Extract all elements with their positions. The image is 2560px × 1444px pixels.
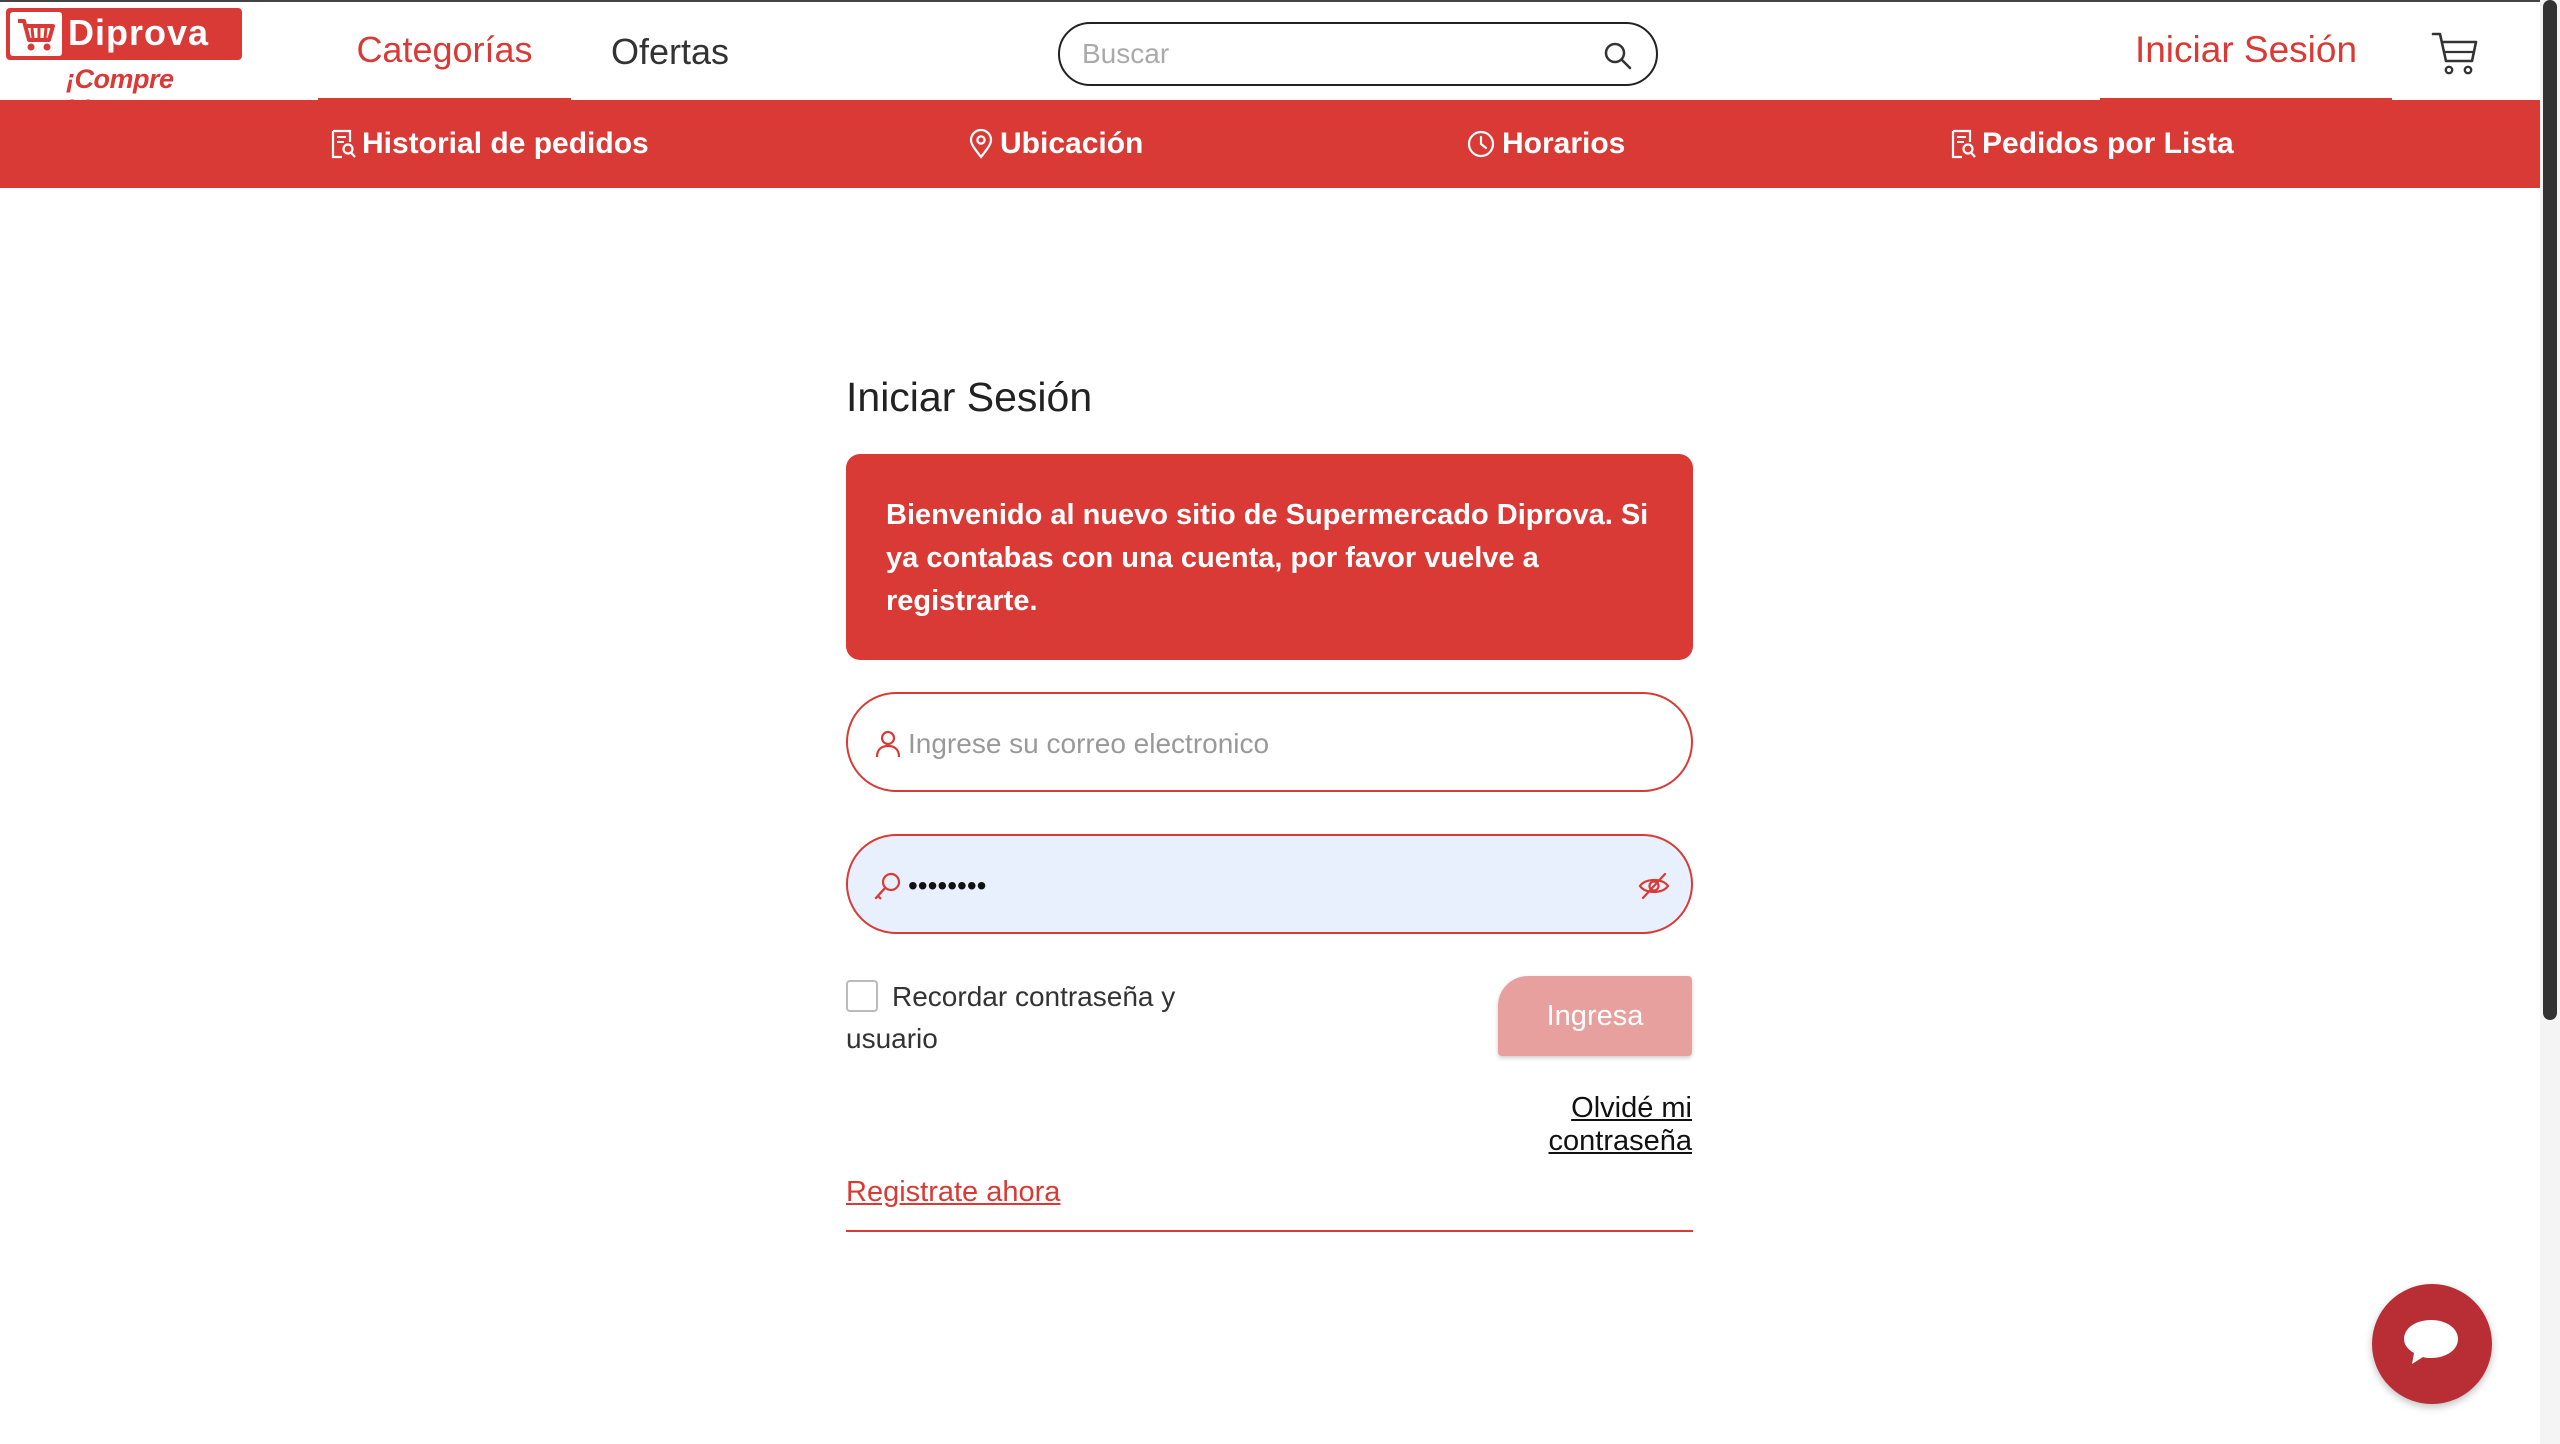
search-input[interactable] [1082, 34, 1582, 74]
page-title: Iniciar Sesión [846, 374, 1093, 420]
nav-label: Ubicación [1000, 127, 1144, 160]
cart-icon[interactable] [2430, 28, 2480, 78]
divider [846, 1230, 1693, 1232]
remember-label: Recordar contraseña y usuario [846, 981, 1176, 1054]
welcome-notice: Bienvenido al nuevo sitio de Supermercad… [846, 454, 1693, 660]
search-bar [1058, 22, 1658, 86]
tab-ofertas[interactable]: Ofertas [590, 2, 750, 102]
nav-label: Horarios [1502, 127, 1626, 160]
user-icon [875, 730, 901, 758]
top-header: Diprova ¡Compre bien! Categorías Ofertas… [0, 0, 2540, 125]
clock-icon [1467, 130, 1495, 158]
password-input[interactable] [908, 864, 1588, 908]
chat-bubble-icon [2404, 1320, 2458, 1364]
forgot-password-link[interactable]: Olvidé mi contraseña [1420, 1092, 1693, 1158]
tab-categorias[interactable]: Categorías [318, 2, 571, 102]
receipt-icon [331, 129, 356, 159]
scrollbar-thumb[interactable] [2543, 0, 2557, 1020]
nav-pedidos-por-lista[interactable]: Pedidos por Lista [1950, 100, 2234, 188]
login-submit-button[interactable]: Ingresa [1498, 976, 1692, 1056]
email-field [846, 692, 1693, 792]
nav-historial-pedidos[interactable]: Historial de pedidos [330, 100, 649, 188]
secondary-nav: Historial de pedidos Ubicación Horarios … [0, 100, 2540, 188]
nav-label: Pedidos por Lista [1982, 127, 2234, 160]
logo-name: Diprova [68, 12, 210, 53]
nav-ubicacion[interactable]: Ubicación [968, 100, 1143, 188]
login-link[interactable]: Iniciar Sesión [2100, 2, 2392, 102]
search-icon[interactable] [1602, 40, 1634, 72]
nav-label: Historial de pedidos [362, 127, 649, 160]
diprova-logo[interactable]: Diprova ¡Compre bien! [6, 8, 242, 125]
key-icon [874, 872, 901, 900]
logo-box: Diprova [6, 8, 242, 60]
receipt-icon [1951, 129, 1976, 159]
nav-horarios[interactable]: Horarios [1466, 100, 1625, 188]
eye-off-icon[interactable] [1637, 870, 1671, 902]
location-pin-icon [969, 129, 993, 159]
remember-checkbox[interactable] [846, 980, 878, 1012]
chat-button[interactable] [2372, 1284, 2492, 1404]
password-field [846, 834, 1693, 934]
remember-me: Recordar contraseña y usuario [846, 976, 1266, 1060]
email-input[interactable] [908, 722, 1588, 766]
register-link[interactable]: Registrate ahora [846, 1176, 1060, 1209]
logo-cart-icon [10, 12, 62, 56]
